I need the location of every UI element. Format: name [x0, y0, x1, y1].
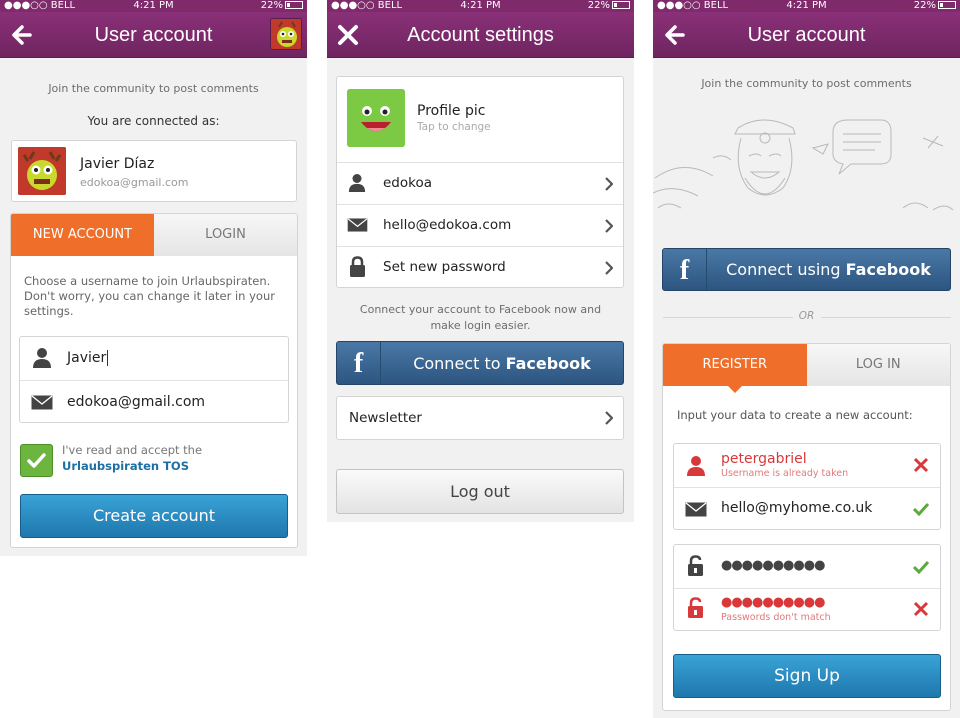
status-bar: ●●●○○ BELL 4:21 PM 22%: [327, 0, 634, 12]
user-icon: [348, 173, 366, 193]
tab-login[interactable]: LOGIN: [154, 214, 297, 256]
help-text: Input your data to create a new account:: [677, 408, 913, 422]
confirm-password-input[interactable]: ●●●●●●●●●●: [721, 595, 825, 610]
profile-pic[interactable]: [347, 89, 405, 147]
battery-status: 22%: [914, 0, 956, 12]
settings-list: Profile pic Tap to change edokoa hello@e…: [336, 76, 624, 288]
password-fields: ●●●●●●●●●● ●●●●●●●●●● Passwords don't ma…: [673, 544, 941, 631]
close-icon[interactable]: [337, 12, 365, 58]
tos-text: I've read and accept the: [62, 443, 203, 457]
settings-row-username[interactable]: edokoa: [337, 162, 623, 204]
envelope-icon: [347, 218, 368, 232]
facebook-hint: Connect your account to Facebook now and…: [359, 303, 602, 332]
back-arrow-icon[interactable]: [663, 12, 691, 58]
navbar: User account: [653, 12, 960, 58]
password-label: Set new password: [383, 259, 506, 275]
newsletter-label: Newsletter: [349, 410, 422, 426]
tab-new-account[interactable]: NEW ACCOUNT: [11, 214, 154, 256]
identity-fields: petergabriel Username is already taken h…: [673, 443, 941, 530]
username-value: edokoa: [383, 175, 433, 191]
create-account-button[interactable]: Create account: [20, 494, 288, 538]
user-email: edokoa@gmail.com: [80, 176, 189, 189]
pirate-sketch-illustration: [653, 98, 960, 220]
email-input[interactable]: edokoa@gmail.com: [67, 394, 205, 410]
screen-user-account-connected: ●●●○○ BELL 4:21 PM 22% User account Join…: [0, 0, 307, 556]
cross-icon: [913, 457, 929, 473]
account-tabs: NEW ACCOUNT LOGIN: [11, 214, 297, 256]
facebook-icon: f: [663, 249, 707, 290]
divider: [821, 317, 951, 318]
user-avatar: [18, 147, 66, 195]
lock-icon: [349, 256, 366, 278]
username-input[interactable]: petergabriel: [721, 451, 807, 467]
facebook-button-label: Connect to Facebook: [413, 354, 591, 373]
unlock-icon: [687, 555, 704, 577]
connected-user-card: Javier Díaz edokoa@gmail.com: [11, 140, 297, 202]
page-title: Account settings: [407, 24, 554, 46]
status-bar: ●●●○○ BELL 4:21 PM 22%: [653, 0, 960, 12]
chevron-right-icon: [605, 411, 614, 428]
user-name: Javier Díaz: [80, 156, 155, 172]
user-icon: [32, 347, 52, 369]
username-input[interactable]: Javier: [67, 350, 109, 366]
profile-pic-label: Profile pic: [417, 103, 486, 119]
battery-status: 22%: [261, 0, 303, 12]
newsletter-row[interactable]: Newsletter: [336, 396, 624, 440]
logout-button[interactable]: Log out: [336, 469, 624, 514]
intro-text: Join the community to post comments: [701, 77, 912, 90]
screen-user-account-register: ●●●○○ BELL 4:21 PM 22% User account Join…: [653, 0, 960, 718]
page-title: User account: [94, 24, 213, 46]
chevron-right-icon: [605, 176, 614, 194]
screen-account-settings: ●●●○○ BELL 4:21 PM 22% Account settings …: [327, 0, 634, 522]
envelope-icon: [685, 502, 707, 517]
account-form-card: NEW ACCOUNT LOGIN Choose a username to j…: [10, 213, 298, 548]
tab-login[interactable]: LOG IN: [806, 344, 950, 386]
navbar: User account: [0, 12, 307, 58]
status-bar: ●●●○○ BELL 4:21 PM 22%: [0, 0, 307, 12]
settings-row-password[interactable]: Set new password: [337, 246, 623, 288]
or-label: OR: [798, 310, 815, 322]
tab-register[interactable]: REGISTER: [663, 344, 807, 393]
tos-link[interactable]: Urlaubspiraten TOS: [62, 459, 189, 473]
register-tabs: REGISTER LOG IN: [663, 344, 950, 393]
settings-row-email[interactable]: hello@edokoa.com: [337, 204, 623, 246]
password-input[interactable]: ●●●●●●●●●●: [721, 558, 825, 573]
password-error: Passwords don't match: [721, 612, 831, 623]
signup-fields: Javier edokoa@gmail.com: [19, 336, 289, 423]
tos-checkbox[interactable]: [20, 444, 53, 477]
connected-as-label: You are connected as:: [87, 114, 220, 128]
facebook-button-label: Connect using Facebook: [726, 260, 931, 279]
intro-text: Join the community to post comments: [48, 82, 259, 95]
unlock-icon: [687, 597, 704, 619]
avatar[interactable]: [270, 18, 302, 50]
checkmark-icon: [912, 560, 930, 574]
navbar: Account settings: [327, 12, 634, 58]
chevron-right-icon: [605, 218, 614, 236]
page-title: User account: [747, 24, 866, 46]
battery-status: 22%: [588, 0, 630, 12]
profile-pic-hint: Tap to change: [417, 121, 491, 133]
help-text: Choose a username to join Urlaubspiraten…: [24, 274, 275, 318]
cross-icon: [913, 601, 929, 617]
facebook-icon: f: [337, 342, 381, 384]
envelope-icon: [31, 395, 53, 410]
email-input[interactable]: hello@myhome.co.uk: [721, 500, 872, 516]
connect-facebook-button[interactable]: f Connect to Facebook: [336, 341, 624, 385]
connect-facebook-button[interactable]: f Connect using Facebook: [662, 248, 951, 291]
user-icon: [686, 455, 706, 477]
email-value: hello@edokoa.com: [383, 217, 512, 233]
register-form-card: REGISTER LOG IN Input your data to creat…: [662, 343, 951, 711]
sign-up-button[interactable]: Sign Up: [673, 654, 941, 698]
back-arrow-icon[interactable]: [10, 12, 38, 58]
chevron-right-icon: [605, 260, 614, 278]
checkmark-icon: [912, 502, 930, 516]
username-error: Username is already taken: [721, 468, 849, 479]
